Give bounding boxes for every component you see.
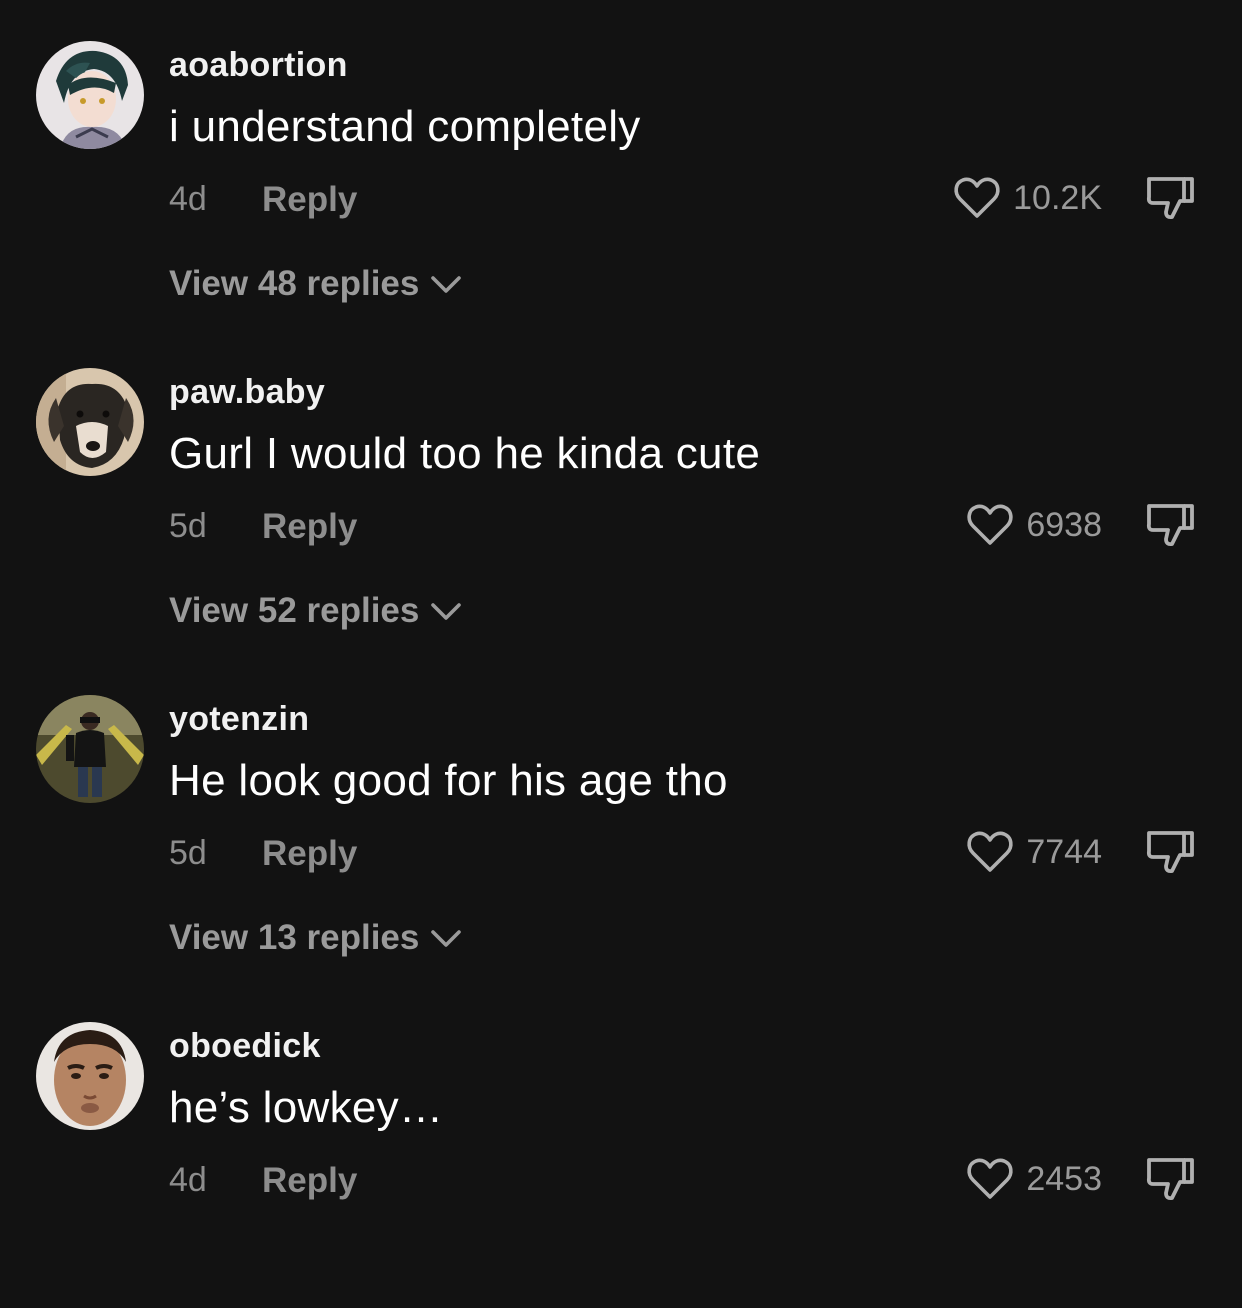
- comment-age: 4d: [169, 180, 207, 218]
- like-button[interactable]: 7744: [966, 826, 1102, 878]
- username[interactable]: paw.baby: [169, 373, 325, 412]
- avatar[interactable]: [36, 41, 144, 149]
- like-count: 6938: [1026, 505, 1102, 544]
- view-replies-button[interactable]: View 13 replies: [169, 918, 463, 958]
- comment-item: yotenzin He look good for his age tho 5d…: [0, 654, 1242, 981]
- heart-icon: [967, 1158, 1013, 1199]
- reply-button[interactable]: Reply: [262, 180, 357, 220]
- comment-item: paw.baby Gurl I would too he kinda cute …: [0, 327, 1242, 654]
- thumbs-down-icon[interactable]: [1144, 827, 1196, 877]
- username[interactable]: oboedick: [169, 1027, 321, 1066]
- reply-button[interactable]: Reply: [262, 834, 357, 874]
- username[interactable]: yotenzin: [169, 700, 309, 739]
- like-button[interactable]: 6938: [966, 499, 1102, 551]
- like-button[interactable]: 10.2K: [953, 172, 1102, 224]
- avatar[interactable]: [36, 695, 144, 803]
- comment-age: 5d: [169, 834, 207, 872]
- comment-age: 4d: [169, 1161, 207, 1199]
- heart-icon: [967, 831, 1013, 872]
- comment-text: He look good for his age tho: [169, 756, 728, 805]
- like-count: 7744: [1026, 832, 1102, 871]
- comment-text: i understand completely: [169, 102, 641, 151]
- view-replies-label: View 13 replies: [169, 918, 420, 957]
- thumbs-down-icon[interactable]: [1144, 173, 1196, 223]
- reply-button[interactable]: Reply: [262, 1161, 357, 1201]
- heart-icon: [967, 504, 1013, 545]
- chevron-down-icon: [431, 276, 462, 293]
- avatar[interactable]: [36, 1022, 144, 1130]
- chevron-down-icon: [431, 603, 462, 620]
- comment-age: 5d: [169, 507, 207, 545]
- avatar[interactable]: [36, 368, 144, 476]
- like-button[interactable]: 2453: [966, 1153, 1102, 1205]
- view-replies-label: View 48 replies: [169, 264, 420, 303]
- chevron-down-icon: [431, 930, 462, 947]
- comment-item: aoabortion i understand completely 4d Re…: [0, 0, 1242, 327]
- view-replies-button[interactable]: View 52 replies: [169, 591, 463, 631]
- like-count: 2453: [1026, 1159, 1102, 1198]
- comment-text: Gurl I would too he kinda cute: [169, 429, 761, 478]
- heart-icon: [954, 177, 1000, 218]
- thumbs-down-icon[interactable]: [1144, 1154, 1196, 1204]
- like-count: 10.2K: [1013, 178, 1102, 217]
- comment-item: oboedick he’s lowkey… 4d Reply 2453: [0, 981, 1242, 1308]
- view-replies-button[interactable]: View 48 replies: [169, 264, 463, 304]
- reply-button[interactable]: Reply: [262, 507, 357, 547]
- view-replies-label: View 52 replies: [169, 591, 420, 630]
- thumbs-down-icon[interactable]: [1144, 500, 1196, 550]
- username[interactable]: aoabortion: [169, 46, 348, 85]
- comment-text: he’s lowkey…: [169, 1083, 444, 1132]
